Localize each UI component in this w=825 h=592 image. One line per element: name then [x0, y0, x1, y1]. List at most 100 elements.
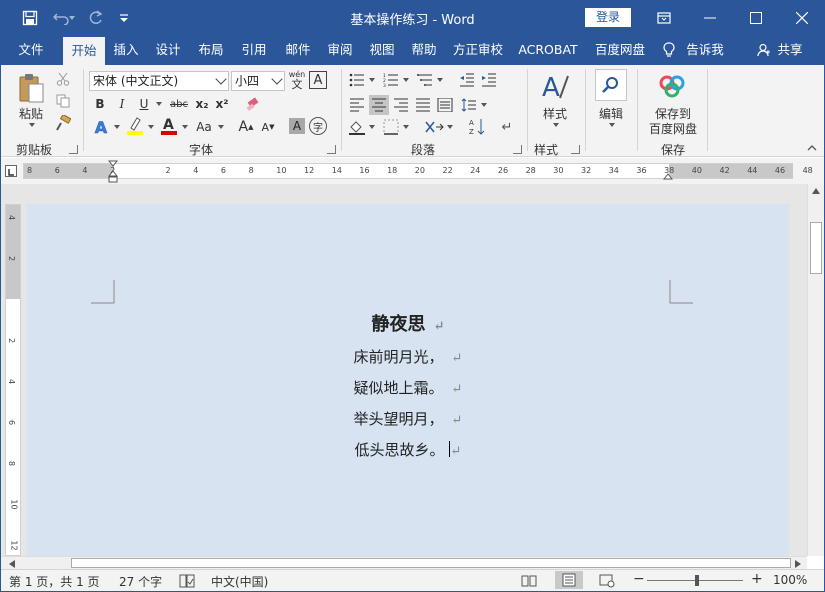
tab-view[interactable]: 视图: [363, 35, 401, 65]
ribbon-display-options-icon[interactable]: [641, 1, 687, 35]
font-launcher-icon[interactable]: [327, 145, 336, 154]
poem-line-1[interactable]: 床前明月光， ↵: [27, 346, 789, 367]
tab-fangzheng-proofread[interactable]: 方正审校: [449, 35, 507, 65]
line-spacing-icon[interactable]: [459, 95, 479, 115]
format-painter-icon[interactable]: [55, 115, 71, 131]
multilevel-list-icon[interactable]: [415, 71, 435, 89]
share-button[interactable]: 共享: [775, 35, 805, 65]
tab-acrobat[interactable]: ACROBAT: [515, 35, 581, 65]
decrease-indent-icon[interactable]: [457, 71, 477, 89]
tab-review[interactable]: 审阅: [321, 35, 359, 65]
collapse-ribbon-icon[interactable]: [805, 143, 819, 153]
print-layout-icon[interactable]: [555, 571, 583, 589]
styles-launcher-icon[interactable]: [571, 145, 580, 154]
styles-dropdown-icon[interactable]: [549, 121, 561, 129]
paste-icon[interactable]: [13, 71, 49, 105]
bullets-dropdown-icon[interactable]: [367, 71, 375, 89]
chinese-layout-dropdown-icon[interactable]: [445, 117, 453, 137]
paragraph-launcher-icon[interactable]: [513, 145, 522, 154]
show-marks-icon[interactable]: ↵: [497, 117, 517, 137]
numbering-icon[interactable]: 123: [381, 71, 401, 89]
character-shading-icon[interactable]: A: [289, 118, 305, 134]
poem-line-3[interactable]: 举头望明月， ↵: [27, 408, 789, 429]
redo-icon[interactable]: [81, 1, 111, 35]
cut-icon[interactable]: [55, 71, 71, 87]
shading-dropdown-icon[interactable]: [367, 117, 375, 137]
italic-button[interactable]: I: [113, 95, 131, 113]
find-icon[interactable]: [595, 69, 627, 101]
clear-formatting-icon[interactable]: [245, 95, 263, 113]
right-indent-marker[interactable]: [662, 170, 674, 180]
line-spacing-dropdown-icon[interactable]: [479, 95, 487, 115]
highlight-dropdown-icon[interactable]: [145, 117, 155, 137]
phonetic-guide-icon[interactable]: wén 文: [287, 68, 307, 92]
clipboard-launcher-icon[interactable]: [69, 145, 78, 154]
indent-markers[interactable]: [107, 160, 119, 184]
share-person-icon[interactable]: [755, 35, 773, 65]
styles-button[interactable]: 样式: [535, 105, 575, 121]
font-size-select[interactable]: 小四: [231, 71, 285, 91]
baidu-cloud-icon[interactable]: [657, 71, 687, 101]
minimize-button[interactable]: [687, 1, 733, 35]
close-button[interactable]: [779, 1, 825, 35]
borders-dropdown-icon[interactable]: [401, 117, 409, 137]
tab-references[interactable]: 引用: [235, 35, 273, 65]
align-left-icon[interactable]: [347, 95, 367, 115]
tab-mailings[interactable]: 邮件: [279, 35, 317, 65]
borders-icon[interactable]: [381, 117, 401, 137]
tell-me-search[interactable]: 告诉我: [683, 35, 727, 65]
scroll-right-icon[interactable]: [795, 560, 801, 568]
editing-button[interactable]: 编辑: [591, 105, 631, 121]
multilevel-dropdown-icon[interactable]: [435, 71, 443, 89]
tab-insert[interactable]: 插入: [107, 35, 145, 65]
document-page[interactable]: 静夜思 ↵ 床前明月光， ↵ 疑似地上霜。 ↵ 举头望明月， ↵ 低头思故乡。 ↵: [27, 204, 789, 556]
tab-help[interactable]: 帮助: [405, 35, 443, 65]
paste-dropdown-icon[interactable]: [25, 121, 37, 129]
chinese-layout-icon[interactable]: [423, 117, 445, 137]
zoom-out-button[interactable]: −: [633, 571, 645, 587]
web-layout-icon[interactable]: [599, 574, 615, 591]
character-border-icon[interactable]: A: [309, 71, 327, 89]
tab-layout[interactable]: 布局: [192, 35, 230, 65]
zoom-in-button[interactable]: +: [751, 571, 763, 587]
tab-baidu-netdisk[interactable]: 百度网盘: [589, 35, 651, 65]
language-indicator[interactable]: 中文(中国): [211, 573, 268, 590]
tab-home[interactable]: 开始: [63, 37, 105, 65]
proofing-icon[interactable]: [179, 574, 195, 591]
shading-icon[interactable]: [347, 117, 367, 137]
word-count[interactable]: 27 个字: [119, 573, 162, 590]
superscript-button[interactable]: x²: [213, 95, 231, 113]
underline-button[interactable]: U: [135, 95, 153, 113]
maximize-button[interactable]: [733, 1, 779, 35]
align-center-icon[interactable]: [369, 95, 389, 115]
editing-dropdown-icon[interactable]: [605, 121, 617, 129]
horizontal-ruler[interactable]: 8 6 4 2 2 4 6 8 10 12 14 16 18 20 22 24 26 28 30 32 34 36 38 40…: [23, 163, 813, 179]
read-mode-icon[interactable]: [521, 574, 537, 591]
tab-file[interactable]: 文件: [9, 35, 53, 65]
customize-quick-access-icon[interactable]: [109, 1, 139, 35]
justify-icon[interactable]: [413, 95, 433, 115]
increase-indent-icon[interactable]: [479, 71, 499, 89]
change-case-button[interactable]: Aa: [193, 117, 215, 137]
tab-selector[interactable]: [5, 165, 17, 177]
numbering-dropdown-icon[interactable]: [401, 71, 409, 89]
login-button[interactable]: 登录: [585, 8, 631, 27]
bullets-icon[interactable]: [347, 71, 367, 89]
change-case-dropdown-icon[interactable]: [215, 117, 225, 137]
grow-font-icon[interactable]: A ▲: [237, 117, 255, 137]
font-color-dropdown-icon[interactable]: [179, 117, 189, 137]
horizontal-scrollbar[interactable]: [1, 556, 807, 569]
sort-icon[interactable]: AZ: [467, 117, 487, 137]
tab-design[interactable]: 设计: [149, 35, 187, 65]
strikethrough-button[interactable]: abc: [167, 95, 191, 113]
scroll-up-icon[interactable]: [812, 188, 820, 194]
text-effects-icon[interactable]: A: [91, 117, 111, 137]
enclose-characters-icon[interactable]: 字: [309, 117, 327, 135]
bold-button[interactable]: B: [91, 95, 109, 113]
copy-icon[interactable]: [55, 93, 71, 109]
poem-line-4[interactable]: 低头思故乡。 ↵: [27, 439, 789, 460]
paste-button[interactable]: 粘贴: [15, 105, 47, 121]
lightbulb-icon[interactable]: [661, 35, 677, 65]
zoom-slider-thumb[interactable]: [695, 575, 699, 586]
poem-line-2[interactable]: 疑似地上霜。 ↵: [27, 377, 789, 398]
